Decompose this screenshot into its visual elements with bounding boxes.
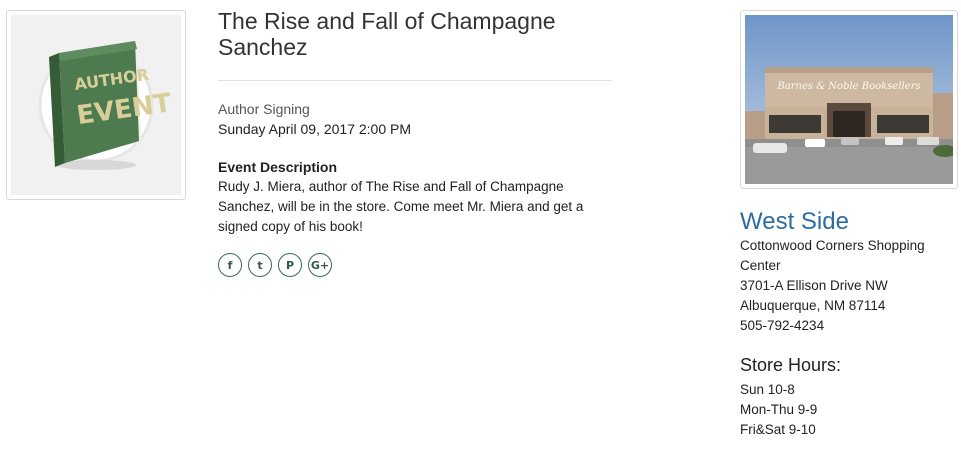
store-hours-item: Mon-Thu 9-9	[740, 402, 818, 417]
event-title: The Rise and Fall of Champagne Sanchez	[218, 8, 556, 60]
book-icon: AUTHOR EVENT	[38, 41, 174, 170]
google-plus-icon[interactable]: G+	[308, 253, 332, 277]
store-phone: 505-792-4234	[740, 318, 825, 333]
store-address-line2: 3701-A Ellison Drive NW	[740, 278, 888, 293]
event-description: Rudy J. Miera, author of The Rise and Fa…	[218, 179, 584, 234]
store-building-image: Barnes & Noble Booksellers	[745, 15, 953, 184]
store-hours-list: Sun 10-8 Mon-Thu 9-9 Fri&Sat 9-10	[740, 380, 955, 440]
store-address-line1: Cottonwood Corners Shopping Center	[740, 238, 925, 273]
event-datetime: Sunday April 09, 2017 2:00 PM	[218, 121, 412, 137]
store-hours-title: Store Hours:	[740, 355, 842, 375]
event-details: The Rise and Fall of Champagne Sanchez A…	[218, 8, 612, 277]
store-photo: Barnes & Noble Booksellers	[740, 10, 958, 189]
facebook-icon[interactable]: f	[218, 253, 242, 277]
store-info: West Side Cottonwood Corners Shopping Ce…	[740, 208, 955, 440]
divider	[218, 80, 612, 81]
store-hours-item: Sun 10-8	[740, 382, 795, 397]
store-hours-item: Fri&Sat 9-10	[740, 422, 816, 437]
social-share-bar: f t P G+	[218, 253, 612, 277]
author-event-thumbnail: AUTHOR EVENT	[6, 10, 186, 200]
description-heading: Event Description	[218, 159, 338, 175]
pinterest-icon[interactable]: P	[278, 253, 302, 277]
store-address-line3: Albuquerque, NM 87114	[740, 298, 886, 313]
twitter-icon[interactable]: t	[248, 253, 272, 277]
store-sign-text: Barnes & Noble Booksellers	[776, 81, 920, 92]
store-name-link[interactable]: West Side	[740, 208, 955, 236]
event-type: Author Signing	[218, 101, 310, 117]
author-event-image: AUTHOR EVENT	[11, 15, 181, 195]
